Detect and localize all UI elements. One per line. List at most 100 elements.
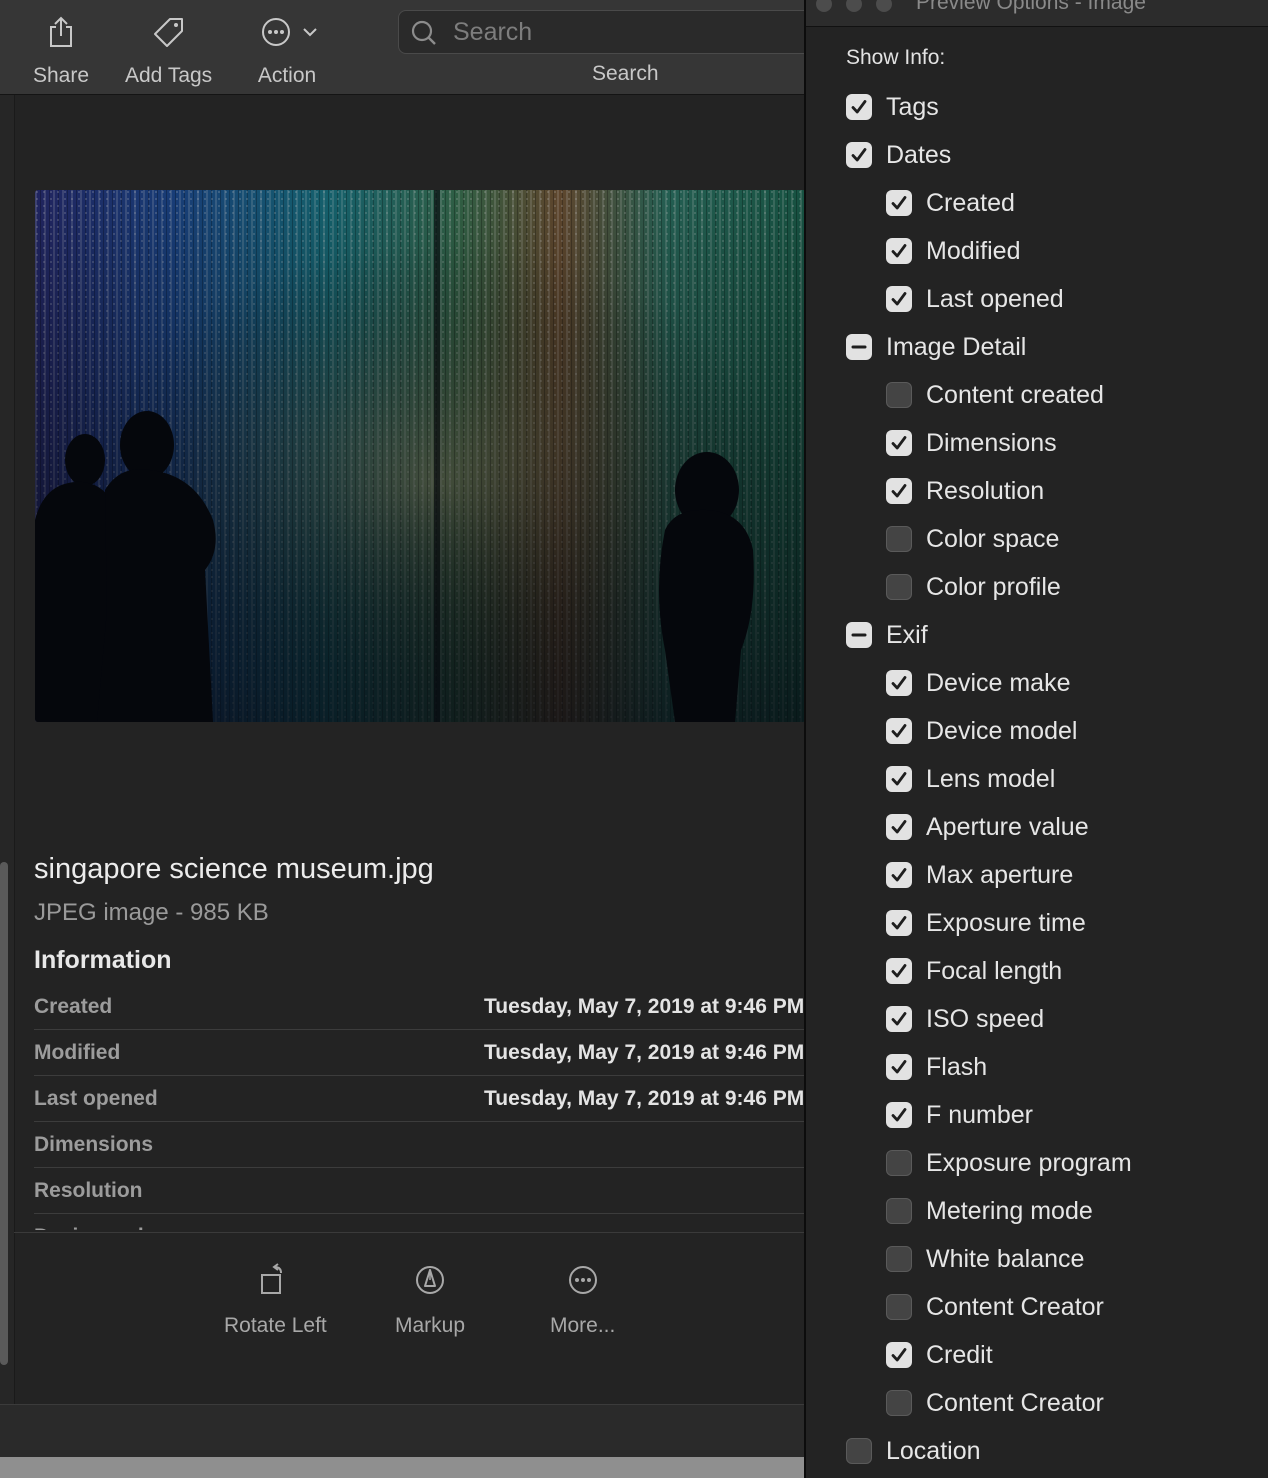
option-device-make[interactable]: Device make xyxy=(886,659,1071,707)
option-label: Exposure time xyxy=(926,908,1086,937)
checkbox[interactable] xyxy=(886,1054,912,1080)
checkbox[interactable] xyxy=(886,862,912,888)
checkbox[interactable] xyxy=(886,574,912,600)
checkbox[interactable] xyxy=(846,142,872,168)
option-label: Color profile xyxy=(926,572,1061,601)
option-label: Device model xyxy=(926,716,1078,745)
checkbox[interactable] xyxy=(886,958,912,984)
option-dimensions[interactable]: Dimensions xyxy=(886,419,1057,467)
checkbox[interactable] xyxy=(886,670,912,696)
checkbox[interactable] xyxy=(886,286,912,312)
option-exposure-program[interactable]: Exposure program xyxy=(886,1139,1132,1187)
checkbox[interactable] xyxy=(886,430,912,456)
option-label: Content Creator xyxy=(926,1388,1104,1417)
checkbox[interactable] xyxy=(886,1102,912,1128)
option-label: F number xyxy=(926,1100,1033,1129)
option-label: Created xyxy=(926,188,1015,217)
checkbox[interactable] xyxy=(886,1342,912,1368)
checkbox[interactable] xyxy=(846,94,872,120)
option-focal-length[interactable]: Focal length xyxy=(886,947,1062,995)
option-content-creator[interactable]: Content Creator xyxy=(886,1283,1104,1331)
option-label: Content Creator xyxy=(926,1292,1104,1321)
option-label: ISO speed xyxy=(926,1004,1045,1033)
add-tags-button[interactable]: Add Tags xyxy=(125,12,212,88)
checkbox[interactable] xyxy=(886,814,912,840)
status-bar xyxy=(0,1404,806,1458)
option-content-created[interactable]: Content created xyxy=(886,371,1104,419)
close-window-button[interactable] xyxy=(816,0,832,12)
toolbar: Share Add Tags Action Search Search xyxy=(0,0,806,95)
checkbox[interactable] xyxy=(886,478,912,504)
zoom-window-button[interactable] xyxy=(876,0,892,12)
option-white-balance[interactable]: White balance xyxy=(886,1235,1084,1283)
option-created[interactable]: Created xyxy=(886,179,1015,227)
checkbox[interactable] xyxy=(886,1294,912,1320)
option-resolution[interactable]: Resolution xyxy=(886,467,1044,515)
checkbox[interactable] xyxy=(846,1438,872,1464)
action-button[interactable]: Action xyxy=(256,12,318,88)
checkbox[interactable] xyxy=(886,1246,912,1272)
info-key: Device make xyxy=(34,1225,161,1230)
option-label: Exif xyxy=(886,620,928,649)
option-exif[interactable]: Exif xyxy=(846,611,928,659)
option-label: Aperture value xyxy=(926,812,1089,841)
option-lens-model[interactable]: Lens model xyxy=(886,755,1055,803)
option-modified[interactable]: Modified xyxy=(886,227,1021,275)
option-credit[interactable]: Credit xyxy=(886,1331,993,1379)
checkbox[interactable] xyxy=(886,1390,912,1416)
option-color-space[interactable]: Color space xyxy=(886,515,1059,563)
vertical-scrollbar[interactable] xyxy=(0,862,8,1365)
checkbox[interactable] xyxy=(886,238,912,264)
option-device-model[interactable]: Device model xyxy=(886,707,1077,755)
info-row: Last opened Tuesday, May 7, 2019 at 9:46… xyxy=(34,1076,806,1122)
search-icon xyxy=(411,20,437,51)
info-row: Resolution xyxy=(34,1168,806,1214)
option-flash[interactable]: Flash xyxy=(886,1043,987,1091)
option-exposure-time[interactable]: Exposure time xyxy=(886,899,1086,947)
mixed-checkbox[interactable] xyxy=(846,622,872,648)
checkbox[interactable] xyxy=(886,526,912,552)
share-label: Share xyxy=(33,64,90,87)
option-max-aperture[interactable]: Max aperture xyxy=(886,851,1073,899)
option-last-opened[interactable]: Last opened xyxy=(886,275,1064,323)
checkbox[interactable] xyxy=(886,718,912,744)
option-metering-mode[interactable]: Metering mode xyxy=(886,1187,1093,1235)
checkbox[interactable] xyxy=(886,190,912,216)
information-table: Created Tuesday, May 7, 2019 at 9:46 PM … xyxy=(34,984,806,1230)
markup-button[interactable]: Markup xyxy=(395,1262,465,1338)
markup-pen-icon xyxy=(414,1262,446,1298)
checkbox[interactable] xyxy=(886,1198,912,1224)
option-label: Dates xyxy=(886,140,952,169)
option-label: Device make xyxy=(926,668,1071,697)
panel-title: Preview Options - Image xyxy=(916,0,1146,14)
checkbox[interactable] xyxy=(886,910,912,936)
option-label: Modified xyxy=(926,236,1021,265)
action-label: Action xyxy=(257,64,317,87)
divider xyxy=(14,1232,806,1233)
checkbox[interactable] xyxy=(886,1006,912,1032)
checkbox[interactable] xyxy=(886,382,912,408)
option-content-creator[interactable]: Content Creator xyxy=(886,1379,1104,1427)
option-label: White balance xyxy=(926,1244,1085,1273)
option-color-profile[interactable]: Color profile xyxy=(886,563,1061,611)
option-iso-speed[interactable]: ISO speed xyxy=(886,995,1044,1043)
option-tags[interactable]: Tags xyxy=(846,83,939,131)
checkbox[interactable] xyxy=(886,1150,912,1176)
option-location[interactable]: Location xyxy=(846,1427,981,1475)
option-image-detail[interactable]: Image Detail xyxy=(846,323,1026,371)
more-button[interactable]: More... xyxy=(550,1262,615,1338)
option-dates[interactable]: Dates xyxy=(846,131,951,179)
search-input[interactable] xyxy=(451,15,795,49)
option-f-number[interactable]: F number xyxy=(886,1091,1033,1139)
option-label: Flash xyxy=(926,1052,988,1081)
mixed-checkbox[interactable] xyxy=(846,334,872,360)
more-ellipsis-icon xyxy=(567,1262,599,1298)
minimize-window-button[interactable] xyxy=(846,0,862,12)
option-aperture-value[interactable]: Aperture value xyxy=(886,803,1089,851)
checkbox[interactable] xyxy=(886,766,912,792)
information-heading: Information xyxy=(34,946,172,974)
share-button[interactable]: Share xyxy=(33,12,89,88)
rotate-left-button[interactable]: Rotate Left xyxy=(224,1262,327,1338)
info-key: Last opened xyxy=(34,1087,158,1110)
search-field[interactable] xyxy=(398,10,806,54)
